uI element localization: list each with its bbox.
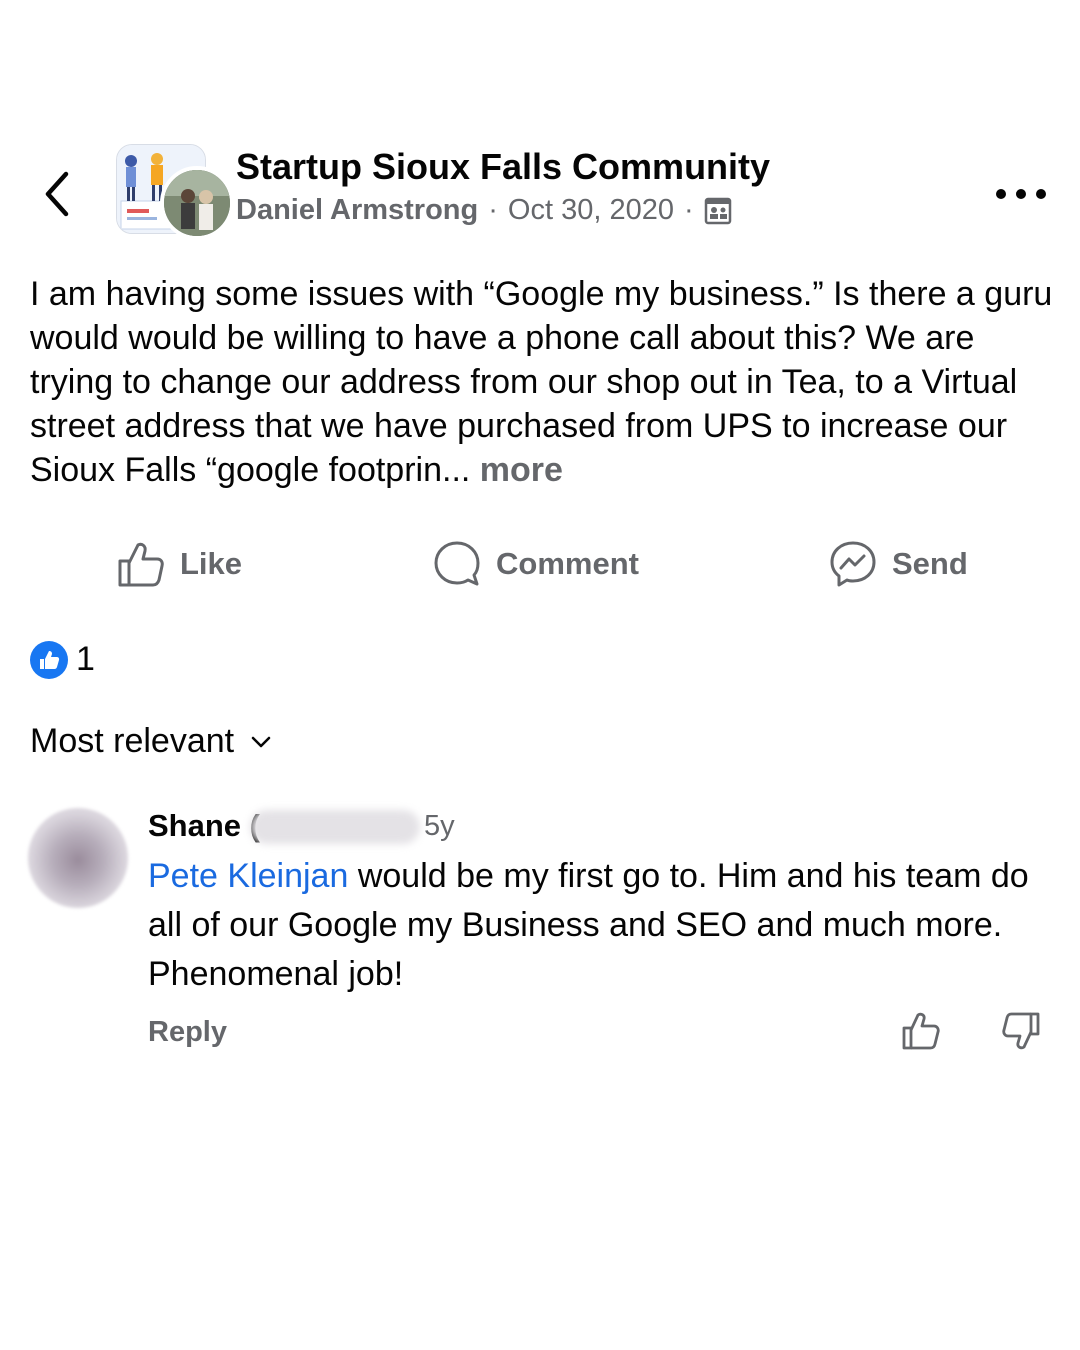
commenter-avatar[interactable] xyxy=(28,808,128,908)
comment-icon xyxy=(434,541,480,586)
thumbs-up-icon xyxy=(118,542,164,587)
thumbs-down-icon xyxy=(1002,1012,1040,1050)
like-reaction-icon xyxy=(30,640,68,679)
commenter-name[interactable]: Shane ( xyxy=(148,808,260,844)
reply-button[interactable]: Reply xyxy=(148,1016,227,1049)
redacted-name-blur xyxy=(250,810,420,844)
post-text: I am having some issues with “Google my … xyxy=(30,272,1060,492)
reaction-count: 1 xyxy=(76,640,95,678)
reaction-summary[interactable]: 1 xyxy=(30,640,95,679)
comment-dislike-button[interactable] xyxy=(1000,1010,1042,1057)
send-button[interactable]: Send xyxy=(828,536,968,592)
see-more-link[interactable]: more xyxy=(480,451,563,489)
thumbs-up-icon xyxy=(902,1012,940,1050)
more-options-icon xyxy=(1016,189,1026,199)
mention-link[interactable]: Pete Kleinjan xyxy=(148,857,348,895)
group-name[interactable]: Startup Sioux Falls Community xyxy=(236,146,770,188)
like-label: Like xyxy=(180,546,243,581)
post-date[interactable]: Oct 30, 2020 xyxy=(508,194,674,227)
author-avatar[interactable] xyxy=(160,166,234,240)
more-options-button[interactable] xyxy=(996,180,1046,208)
comment-like-button[interactable] xyxy=(900,1010,942,1057)
members-icon xyxy=(704,197,731,224)
comment-button[interactable]: Comment xyxy=(432,536,639,592)
more-options-icon xyxy=(1036,189,1046,199)
post-meta: Daniel Armstrong · Oct 30, 2020 · xyxy=(236,194,732,227)
meta-separator: · xyxy=(683,194,694,226)
meta-separator: · xyxy=(488,194,498,226)
like-button[interactable]: Like xyxy=(116,536,242,592)
comment-label: Comment xyxy=(496,546,639,581)
chevron-left-icon xyxy=(45,171,69,217)
comment-text: Pete Kleinjan would be my first go to. H… xyxy=(148,852,1048,999)
chevron-down-icon xyxy=(251,736,271,747)
send-label: Send xyxy=(892,546,968,581)
author-name[interactable]: Daniel Armstrong xyxy=(236,194,478,227)
comment-sort-dropdown[interactable]: Most relevant xyxy=(30,722,272,761)
messenger-icon xyxy=(830,541,876,587)
more-options-icon xyxy=(996,189,1006,199)
author-photo-icon xyxy=(164,170,230,236)
back-button[interactable] xyxy=(38,168,78,220)
sort-label: Most relevant xyxy=(30,722,235,760)
comment-time: 5y xyxy=(424,810,455,842)
